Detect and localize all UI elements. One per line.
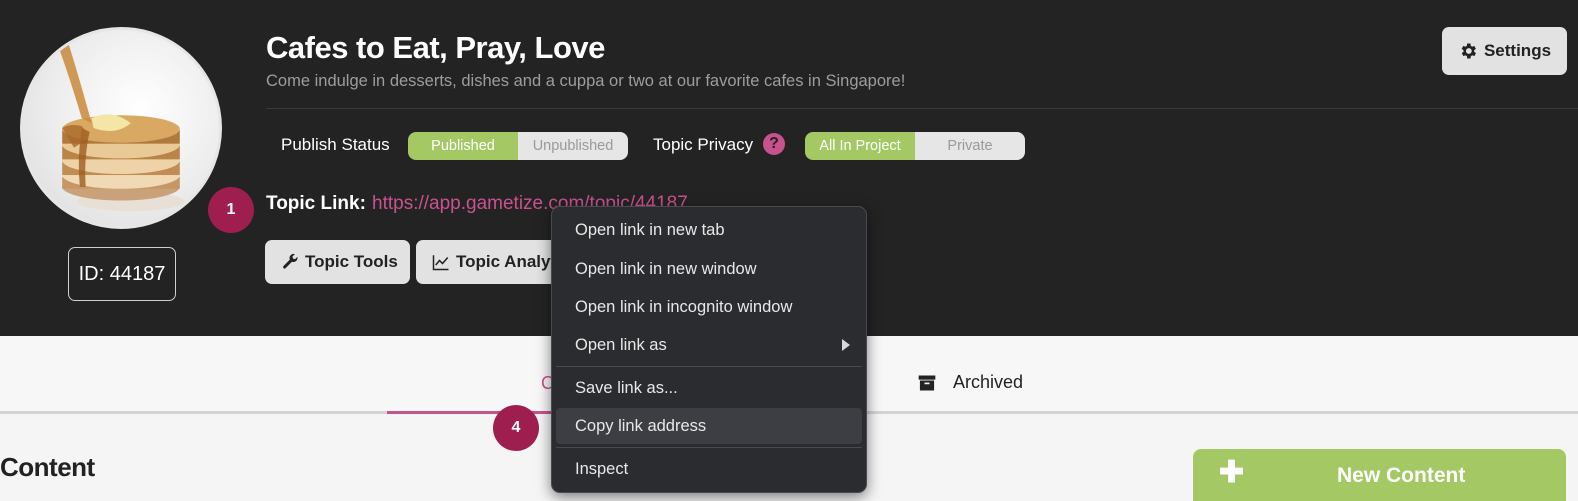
- settings-label: Settings: [1483, 41, 1552, 60]
- topic-privacy-toggle[interactable]: All In Project Private: [805, 132, 1025, 160]
- open-link-as-label: Open link as: [575, 335, 667, 354]
- header-divider: [266, 108, 1578, 109]
- settings-button[interactable]: Settings: [1442, 27, 1567, 75]
- menu-item-inspect[interactable]: Inspect: [556, 451, 862, 487]
- topic-analytics-label: Topic Analytics: [456, 252, 561, 271]
- menu-item-open-new-window[interactable]: Open link in new window: [556, 251, 862, 287]
- plus-icon: ✚: [1219, 456, 1245, 489]
- step-badge-4: 4: [493, 405, 539, 451]
- topic-link-label: Topic Link:: [266, 193, 366, 214]
- published-option[interactable]: Published: [408, 132, 518, 160]
- pancake-stack-image: [52, 30, 185, 212]
- content-heading: Content: [0, 452, 95, 482]
- gear-icon: [1461, 43, 1476, 59]
- tab-archived[interactable]: Archived: [917, 372, 1023, 393]
- menu-separator: [556, 366, 862, 367]
- menu-separator: [556, 447, 862, 448]
- new-content-button[interactable]: ✚ New Content: [1193, 449, 1566, 501]
- topic-tools-label: Topic Tools: [305, 252, 398, 271]
- chart-line-icon: [432, 255, 449, 271]
- active-tab-indicator: [387, 411, 577, 414]
- archived-label: Archived: [953, 372, 1024, 392]
- topic-description: Come indulge in desserts, dishes and a c…: [266, 72, 906, 90]
- help-icon[interactable]: ?: [763, 133, 785, 155]
- menu-item-copy-link-address[interactable]: Copy link address: [556, 408, 862, 444]
- publish-status-toggle[interactable]: Published Unpublished: [408, 132, 628, 160]
- private-option[interactable]: Private: [915, 132, 1025, 160]
- unpublished-option[interactable]: Unpublished: [518, 132, 628, 160]
- new-content-label: New Content: [1337, 464, 1466, 487]
- topic-tools-button[interactable]: Topic Tools: [265, 240, 410, 284]
- submenu-arrow-icon: [842, 339, 850, 351]
- topic-id-label: ID: 44187: [68, 247, 176, 301]
- topic-title: Cafes to Eat, Pray, Love: [266, 30, 605, 65]
- publish-status-label: Publish Status: [281, 135, 390, 154]
- all-in-project-option[interactable]: All In Project: [805, 132, 915, 160]
- menu-item-open-link-as[interactable]: Open link as: [556, 327, 862, 363]
- topic-privacy-label: Topic Privacy: [653, 135, 754, 154]
- step-badge-1: 1: [208, 187, 254, 233]
- topic-avatar-image: [20, 27, 222, 229]
- archive-box-icon: [918, 375, 936, 390]
- topic-analytics-button[interactable]: Topic Analytics: [416, 240, 561, 284]
- menu-item-open-new-tab[interactable]: Open link in new tab: [556, 212, 862, 248]
- menu-item-save-link-as[interactable]: Save link as...: [556, 370, 862, 406]
- context-menu: Open link in new tab Open link in new wi…: [551, 206, 867, 493]
- wrench-icon: [283, 253, 298, 269]
- menu-item-open-incognito[interactable]: Open link in incognito window: [556, 289, 862, 325]
